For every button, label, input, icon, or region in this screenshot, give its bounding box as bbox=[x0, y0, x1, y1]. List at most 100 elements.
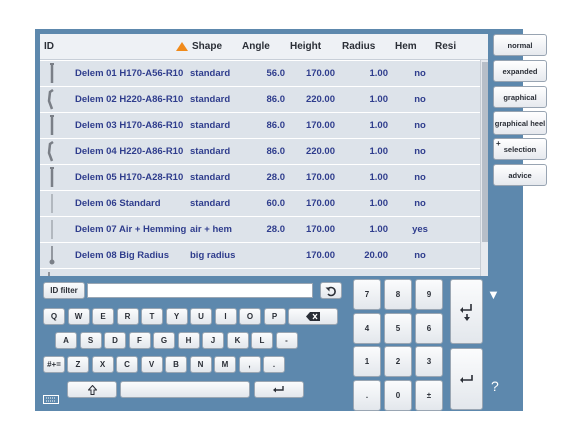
table-row[interactable]: Delem 05 H170-A28-R10 standard 28.0 170.00 1… bbox=[40, 165, 488, 190]
table-row[interactable]: Delem 07 Air + Hemming air + hem 28.0 170.0… bbox=[40, 217, 488, 242]
view-expanded-button[interactable]: expanded bbox=[493, 60, 547, 82]
key-symbols-mode[interactable]: #+= bbox=[43, 356, 65, 373]
numpad-key-4[interactable]: 4 bbox=[353, 312, 381, 344]
keyboard-icon[interactable] bbox=[43, 391, 63, 404]
cell-angle: 86.0 bbox=[266, 146, 286, 157]
cell-hem: no bbox=[414, 120, 426, 131]
id-filter-input[interactable] bbox=[87, 283, 313, 298]
key-z[interactable]: Z bbox=[67, 356, 89, 373]
table-row[interactable]: Delem 04 H220-A86-R10 standard 86.0 220.00 1… bbox=[40, 139, 488, 164]
cell-height: 170.00 bbox=[305, 68, 335, 79]
col-header-radius[interactable]: Radius bbox=[342, 34, 375, 59]
key-period[interactable]: . bbox=[263, 356, 285, 373]
table-row[interactable]: Delem 02 H220-A86-R10 standard 86.0 220.00 1… bbox=[40, 87, 488, 112]
help-button[interactable]: ? bbox=[491, 378, 499, 394]
col-header-resi[interactable]: Resi bbox=[435, 34, 456, 59]
cell-shape: hem bbox=[190, 269, 210, 276]
key-b[interactable]: B bbox=[165, 356, 187, 373]
id-filter-button[interactable]: ID filter bbox=[43, 282, 85, 299]
numpad-key-8[interactable]: 8 bbox=[384, 279, 412, 310]
cell-hem: no bbox=[414, 146, 426, 157]
cell-radius: 1.00 bbox=[369, 198, 389, 209]
selection-button[interactable]: + selection bbox=[493, 138, 547, 160]
key-i[interactable]: I bbox=[214, 308, 237, 325]
table-row[interactable]: Delem 08 Big Radius big radius 170.00 20.00… bbox=[40, 243, 488, 268]
view-graphical-button[interactable]: graphical bbox=[493, 86, 547, 108]
cell-height: 170.00 bbox=[305, 172, 335, 183]
spacebar[interactable] bbox=[120, 381, 250, 398]
cell-hem: no bbox=[414, 172, 426, 183]
view-graphical-heel-button[interactable]: graphical heel bbox=[493, 111, 547, 135]
cell-angle: 86.0 bbox=[266, 94, 286, 105]
cell-angle bbox=[240, 269, 285, 276]
col-header-angle[interactable]: Angle bbox=[242, 34, 270, 59]
tool-library-panel: ID Shape Angle Height Radius Hem Resi De… bbox=[35, 29, 547, 411]
table-row[interactable]: Delem 06 Standard standard 60.0 170.00 1.00 n… bbox=[40, 191, 488, 216]
key-r[interactable]: R bbox=[116, 308, 139, 325]
numpad-key-1[interactable]: 1 bbox=[353, 346, 381, 377]
key-o[interactable]: O bbox=[239, 308, 261, 325]
cell-shape: standard bbox=[190, 120, 231, 131]
shift-icon[interactable] bbox=[67, 381, 117, 398]
cell-shape: big radius bbox=[190, 250, 236, 261]
tool-shape-icon bbox=[49, 246, 55, 265]
sort-ascending-icon[interactable] bbox=[176, 42, 188, 51]
numpad-key-6[interactable]: 6 bbox=[415, 312, 443, 344]
numpad-key-decimal[interactable]: . bbox=[353, 379, 381, 411]
table-row[interactable]: Delem 09 Hemming hem 170.00 yes bbox=[40, 269, 488, 276]
enter-button[interactable] bbox=[450, 348, 483, 410]
key-a[interactable]: A bbox=[55, 332, 77, 349]
key-h[interactable]: H bbox=[177, 332, 200, 349]
key-d[interactable]: D bbox=[104, 332, 126, 349]
numpad-key-2[interactable]: 2 bbox=[384, 346, 412, 377]
key-v[interactable]: V bbox=[140, 356, 163, 373]
key-dash[interactable]: - bbox=[275, 332, 298, 349]
numpad-key-9[interactable]: 9 bbox=[415, 279, 443, 310]
backspace-icon[interactable] bbox=[288, 308, 338, 325]
key-u[interactable]: U bbox=[190, 308, 212, 325]
tool-shape-icon bbox=[47, 89, 54, 110]
key-n[interactable]: N bbox=[189, 356, 212, 373]
col-header-height[interactable]: Height bbox=[290, 34, 321, 59]
key-t[interactable]: T bbox=[141, 308, 163, 325]
key-k[interactable]: K bbox=[226, 332, 249, 349]
cell-angle: 28.0 bbox=[266, 224, 286, 235]
key-j[interactable]: J bbox=[202, 332, 224, 349]
scrollbar-thumb[interactable] bbox=[482, 62, 488, 242]
tool-shape-icon bbox=[50, 167, 54, 187]
key-l[interactable]: L bbox=[251, 332, 273, 349]
key-p[interactable]: P bbox=[263, 308, 286, 325]
cell-hem: no bbox=[414, 198, 426, 209]
col-header-hem[interactable]: Hem bbox=[395, 34, 417, 59]
key-g[interactable]: G bbox=[153, 332, 175, 349]
numpad-key-3[interactable]: 3 bbox=[415, 346, 443, 377]
table-row[interactable]: Delem 01 H170-A56-R10 standard 56.0 170.00 1… bbox=[40, 61, 488, 86]
key-m[interactable]: M bbox=[214, 356, 236, 373]
numpad-key-0[interactable]: 0 bbox=[384, 379, 412, 411]
key-e[interactable]: E bbox=[92, 308, 114, 325]
key-s[interactable]: S bbox=[79, 332, 102, 349]
enter-icon[interactable] bbox=[254, 381, 304, 398]
numpad-key-5[interactable]: 5 bbox=[384, 312, 412, 344]
key-f[interactable]: F bbox=[128, 332, 151, 349]
numpad-key-7[interactable]: 7 bbox=[353, 279, 381, 310]
key-x[interactable]: X bbox=[91, 356, 114, 373]
undo-icon[interactable] bbox=[320, 282, 342, 299]
enter-down-button[interactable] bbox=[450, 279, 483, 344]
numpad-key-plus-minus[interactable]: ± bbox=[415, 379, 443, 411]
key-y[interactable]: Y bbox=[165, 308, 188, 325]
key-c[interactable]: C bbox=[116, 356, 138, 373]
key-w[interactable]: W bbox=[67, 308, 90, 325]
table-scrollbar[interactable] bbox=[480, 60, 488, 276]
tool-shape-icon bbox=[48, 272, 50, 276]
table-row[interactable]: Delem 03 H170-A86-R10 standard 86.0 170.00 1… bbox=[40, 113, 488, 138]
cell-height: 170.00 bbox=[305, 120, 335, 131]
advice-button[interactable]: advice bbox=[493, 164, 547, 186]
view-normal-button[interactable]: normal bbox=[493, 34, 547, 56]
key-comma[interactable]: , bbox=[238, 356, 261, 373]
key-q[interactable]: Q bbox=[43, 308, 65, 325]
menu-arrow-icon[interactable]: ▼ bbox=[487, 287, 500, 302]
cell-id: Delem 08 Big Radius bbox=[75, 250, 169, 261]
col-header-shape[interactable]: Shape bbox=[192, 34, 222, 59]
col-header-id[interactable]: ID bbox=[44, 34, 54, 59]
